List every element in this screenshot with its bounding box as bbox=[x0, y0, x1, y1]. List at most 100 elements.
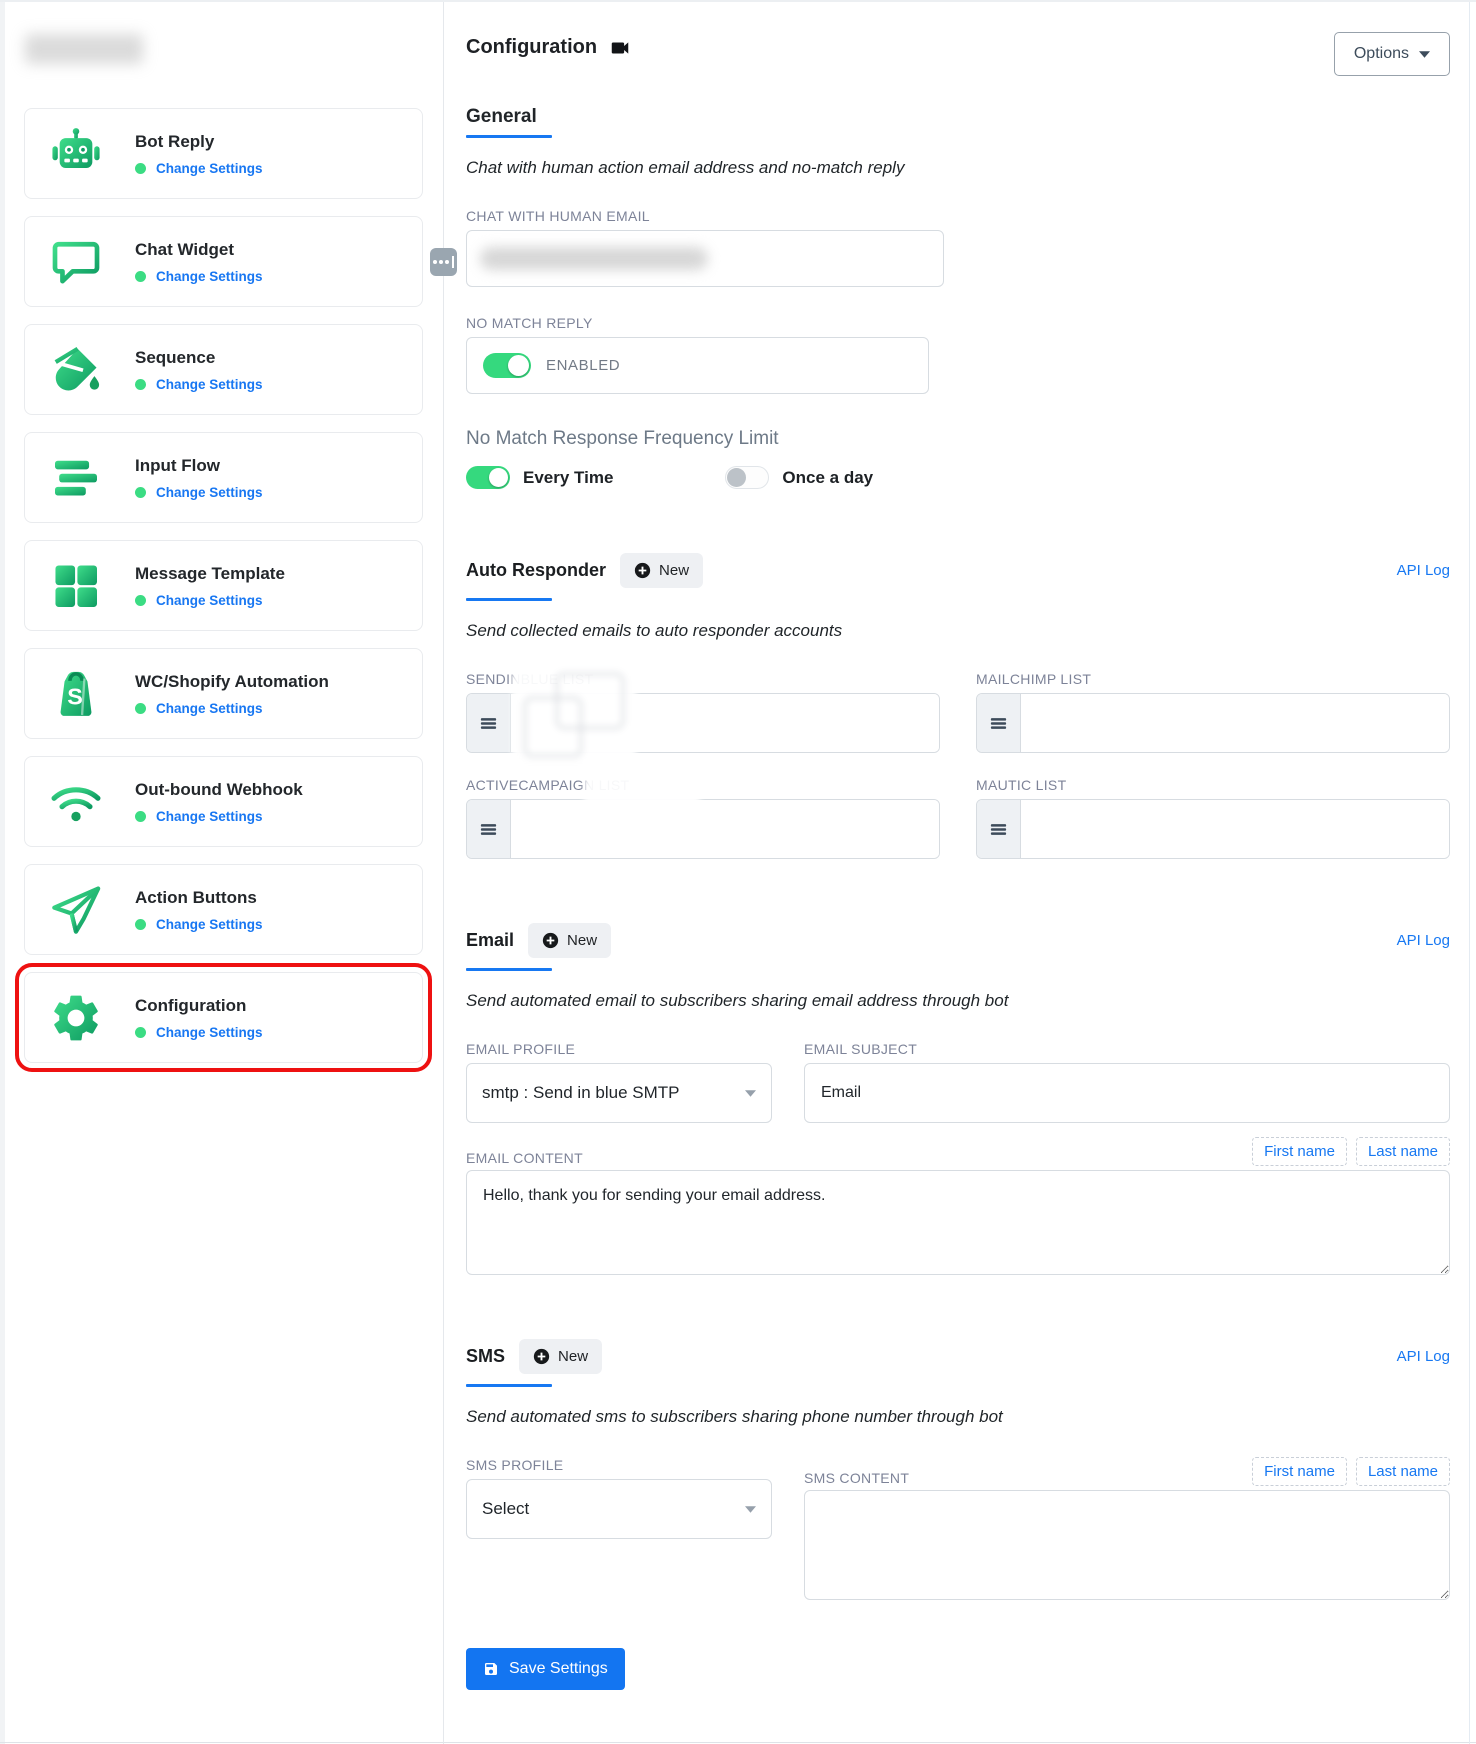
last-name-token-button[interactable]: Last name bbox=[1356, 1137, 1450, 1166]
email-profile-label: EMAIL PROFILE bbox=[466, 1041, 772, 1057]
video-camera-icon[interactable] bbox=[609, 37, 631, 59]
sidebar-item-configuration[interactable]: Configuration Change Settings bbox=[24, 972, 423, 1063]
sms-description: Send automated sms to subscribers sharin… bbox=[466, 1407, 1450, 1427]
mailchimp-list-label: MAILCHIMP LIST bbox=[976, 671, 1450, 687]
status-dot bbox=[135, 487, 146, 498]
gear-icon bbox=[47, 989, 105, 1047]
sms-profile-select[interactable]: Select bbox=[466, 1479, 772, 1539]
email-profile-field: EMAIL PROFILE smtp : Send in blue SMTP bbox=[466, 1041, 772, 1123]
grid-icon bbox=[47, 557, 105, 615]
auto-responder-api-log-link[interactable]: API Log bbox=[1397, 562, 1450, 579]
change-settings-link[interactable]: Change Settings bbox=[156, 377, 263, 392]
list-icon bbox=[977, 694, 1021, 752]
email-subject-input[interactable] bbox=[804, 1063, 1450, 1123]
status-dot bbox=[135, 595, 146, 606]
plus-circle-icon bbox=[542, 932, 559, 949]
list-bars-icon bbox=[47, 449, 105, 507]
paper-plane-icon bbox=[47, 881, 105, 939]
mautic-list-field: MAUTIC LIST bbox=[976, 777, 1450, 859]
change-settings-link[interactable]: Change Settings bbox=[156, 269, 263, 284]
options-button[interactable]: Options bbox=[1334, 32, 1450, 76]
configuration-panel: Configuration Options General Chat with … bbox=[443, 2, 1476, 1744]
section-underline bbox=[466, 1384, 552, 1387]
save-settings-button[interactable]: Save Settings bbox=[466, 1648, 625, 1690]
svg-text:S: S bbox=[67, 683, 83, 709]
app-window: Bot Reply Change Settings Chat Widget Ch… bbox=[0, 0, 1476, 1744]
plus-circle-icon bbox=[634, 562, 651, 579]
sidebar-item-outbound-webhook[interactable]: Out-bound Webhook Change Settings bbox=[24, 756, 423, 847]
once-a-day-toggle[interactable] bbox=[725, 466, 769, 489]
sidebar-item-bot-reply[interactable]: Bot Reply Change Settings bbox=[24, 108, 423, 199]
auto-responder-new-button[interactable]: New bbox=[620, 553, 703, 588]
change-settings-link[interactable]: Change Settings bbox=[156, 485, 263, 500]
general-section-heading: General bbox=[466, 106, 1450, 128]
sms-content-textarea[interactable] bbox=[804, 1490, 1450, 1600]
sidebar-item-title: WC/Shopify Automation bbox=[135, 672, 329, 692]
no-match-reply-box: ENABLED bbox=[466, 337, 929, 394]
save-icon bbox=[483, 1661, 499, 1677]
change-settings-link[interactable]: Change Settings bbox=[156, 809, 263, 824]
wifi-icon bbox=[47, 773, 105, 831]
email-api-log-link[interactable]: API Log bbox=[1397, 932, 1450, 949]
first-name-token-button[interactable]: First name bbox=[1252, 1137, 1347, 1166]
chat-with-human-email-label: CHAT WITH HUMAN EMAIL bbox=[466, 208, 1450, 224]
options-button-label: Options bbox=[1354, 45, 1409, 63]
sidebar-item-sequence[interactable]: Sequence Change Settings bbox=[24, 324, 423, 415]
sms-new-button[interactable]: New bbox=[519, 1339, 602, 1374]
email-subject-label: EMAIL SUBJECT bbox=[804, 1041, 1450, 1057]
email-description: Send automated email to subscribers shar… bbox=[466, 991, 1450, 1011]
robot-icon bbox=[47, 125, 105, 183]
last-name-token-button[interactable]: Last name bbox=[1356, 1457, 1450, 1486]
email-heading: Email bbox=[466, 930, 514, 951]
sidebar-item-input-flow[interactable]: Input Flow Change Settings bbox=[24, 432, 423, 523]
change-settings-link[interactable]: Change Settings bbox=[156, 1025, 263, 1040]
no-match-reply-toggle[interactable] bbox=[483, 353, 531, 378]
email-content-field: EMAIL CONTENT First name Last name Hello… bbox=[466, 1137, 1450, 1275]
sidebar-item-action-buttons[interactable]: Action Buttons Change Settings bbox=[24, 864, 423, 955]
email-profile-select[interactable]: smtp : Send in blue SMTP bbox=[466, 1063, 772, 1123]
sms-heading: SMS bbox=[466, 1346, 505, 1367]
sidebar-item-title: Message Template bbox=[135, 564, 285, 584]
list-icon bbox=[977, 800, 1021, 858]
every-time-toggle[interactable] bbox=[466, 466, 510, 489]
mautic-list-label: MAUTIC LIST bbox=[976, 777, 1450, 793]
sidebar-item-title: Chat Widget bbox=[135, 240, 263, 260]
once-a-day-label: Once a day bbox=[782, 468, 873, 488]
chat-bubble-icon bbox=[47, 233, 105, 291]
change-settings-link[interactable]: Change Settings bbox=[156, 161, 263, 176]
paint-bucket-icon bbox=[47, 341, 105, 399]
sms-content-label: SMS CONTENT bbox=[804, 1470, 909, 1486]
section-underline bbox=[466, 135, 552, 138]
no-match-reply-status: ENABLED bbox=[546, 357, 620, 374]
sms-api-log-link[interactable]: API Log bbox=[1397, 1348, 1450, 1365]
sidebar-item-message-template[interactable]: Message Template Change Settings bbox=[24, 540, 423, 631]
chevron-down-icon bbox=[1419, 51, 1430, 58]
auto-responder-description: Send collected emails to auto responder … bbox=[466, 621, 1450, 641]
sidebar-item-title: Configuration bbox=[135, 996, 263, 1016]
sms-profile-field: SMS PROFILE Select bbox=[466, 1457, 772, 1600]
sidebar-item-chat-widget[interactable]: Chat Widget Change Settings bbox=[24, 216, 423, 307]
mailchimp-list-input[interactable] bbox=[1021, 694, 1449, 752]
sms-profile-label: SMS PROFILE bbox=[466, 1457, 772, 1473]
change-settings-link[interactable]: Change Settings bbox=[156, 593, 263, 608]
status-dot bbox=[135, 271, 146, 282]
shopify-bag-icon: S bbox=[47, 665, 105, 723]
bot-name-redacted bbox=[25, 34, 143, 64]
change-settings-link[interactable]: Change Settings bbox=[156, 701, 263, 716]
change-settings-link[interactable]: Change Settings bbox=[156, 917, 263, 932]
email-new-button[interactable]: New bbox=[528, 923, 611, 958]
first-name-token-button[interactable]: First name bbox=[1252, 1457, 1347, 1486]
frequency-limit-heading: No Match Response Frequency Limit bbox=[466, 428, 1450, 450]
sidebar-item-wc-shopify-automation[interactable]: S WC/Shopify Automation Change Settings bbox=[24, 648, 423, 739]
sidebar-item-title: Sequence bbox=[135, 348, 263, 368]
email-content-textarea[interactable]: Hello, thank you for sending your email … bbox=[466, 1170, 1450, 1275]
mautic-list-input[interactable] bbox=[1021, 800, 1449, 858]
email-subject-field: EMAIL SUBJECT bbox=[804, 1041, 1450, 1123]
activecampaign-list-input[interactable] bbox=[511, 800, 939, 858]
email-redacted bbox=[480, 247, 708, 270]
sidebar-item-title: Input Flow bbox=[135, 456, 263, 476]
drag-handle[interactable] bbox=[430, 248, 457, 276]
sidebar-item-title: Out-bound Webhook bbox=[135, 780, 303, 800]
status-dot bbox=[135, 919, 146, 930]
status-dot bbox=[135, 811, 146, 822]
